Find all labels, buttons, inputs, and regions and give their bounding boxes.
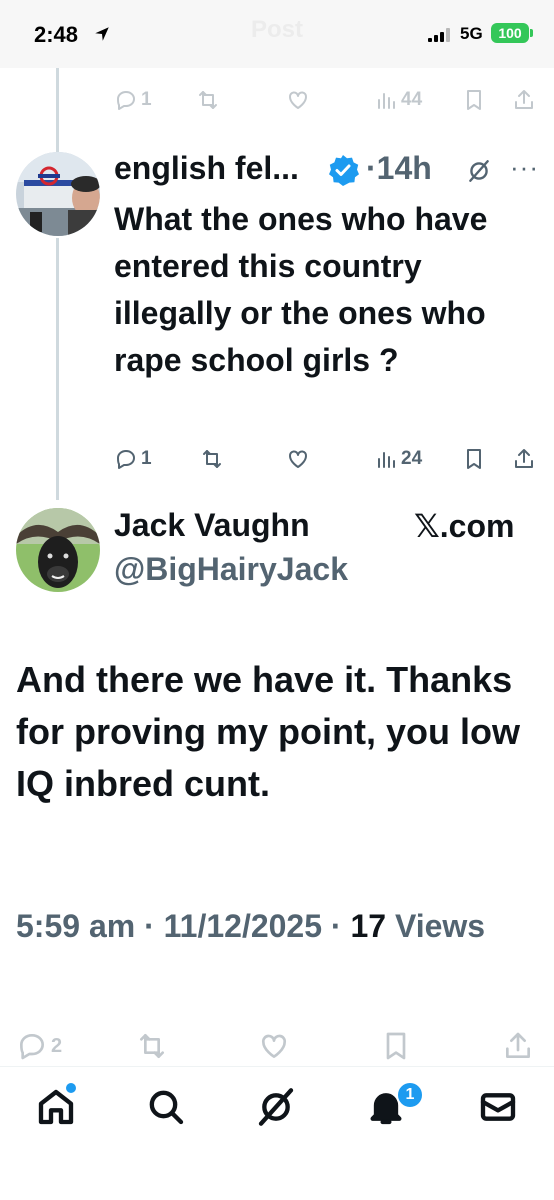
nav-home[interactable] bbox=[36, 1087, 76, 1127]
bookmark-icon bbox=[467, 90, 481, 110]
reply-button[interactable]: 1 bbox=[114, 447, 152, 471]
battery-icon: 100 bbox=[491, 23, 529, 43]
battery-tip bbox=[530, 29, 533, 37]
display-name[interactable]: english fel... bbox=[114, 150, 299, 187]
avatar[interactable] bbox=[16, 152, 100, 236]
share-button[interactable] bbox=[502, 1030, 534, 1062]
repost-button[interactable] bbox=[200, 447, 224, 471]
user-handle[interactable]: @BigHairyJack bbox=[114, 551, 348, 588]
share-button[interactable] bbox=[512, 447, 536, 471]
share-icon bbox=[515, 449, 533, 468]
reply-count: 2 bbox=[51, 1034, 63, 1057]
views-count: 24 bbox=[401, 448, 423, 469]
tweet-time[interactable]: 5:59 am bbox=[16, 908, 135, 944]
views-button[interactable]: 24 bbox=[374, 447, 422, 471]
nav-messages[interactable] bbox=[478, 1087, 518, 1127]
repost-button[interactable] bbox=[136, 1030, 168, 1062]
reply-button[interactable]: 1 bbox=[114, 88, 152, 112]
reply-icon bbox=[117, 91, 135, 110]
separator: · bbox=[322, 908, 351, 944]
reply-button[interactable]: 2 bbox=[16, 1030, 62, 1062]
bookmark-icon bbox=[386, 1032, 406, 1060]
repost-button[interactable] bbox=[196, 88, 220, 112]
views-count: 17 bbox=[350, 908, 387, 944]
more-options-button[interactable]: ··· bbox=[510, 152, 539, 183]
separator: · bbox=[135, 908, 164, 944]
analytics-icon bbox=[378, 93, 395, 109]
analytics-icon bbox=[378, 452, 395, 468]
x-com-watermark: 𝕏.com bbox=[414, 508, 515, 544]
heart-icon bbox=[289, 91, 307, 109]
home-icon bbox=[38, 1089, 74, 1125]
reply-icon bbox=[117, 450, 135, 469]
reply-icon bbox=[20, 1034, 44, 1060]
heart-icon bbox=[261, 1034, 287, 1058]
avatar-photo bbox=[16, 152, 100, 236]
tweet-text: And there we have it. Thanks for proving… bbox=[16, 659, 520, 804]
grok-icon bbox=[258, 1088, 294, 1126]
repost-icon bbox=[203, 450, 221, 468]
search-icon bbox=[149, 1090, 184, 1125]
repost-icon bbox=[140, 1034, 164, 1058]
like-button[interactable] bbox=[286, 447, 310, 471]
avatar-photo bbox=[16, 508, 100, 592]
thread-line bbox=[56, 68, 59, 152]
reply-count: 1 bbox=[141, 89, 152, 110]
repost-icon bbox=[199, 91, 217, 109]
bookmark-button[interactable] bbox=[462, 88, 486, 112]
bookmark-button[interactable] bbox=[462, 447, 486, 471]
grok-icon[interactable] bbox=[466, 158, 492, 184]
bottom-nav: 1 bbox=[0, 1066, 554, 1200]
share-icon bbox=[506, 1032, 530, 1058]
thread-line bbox=[56, 238, 59, 500]
network-type: 5G bbox=[460, 24, 483, 43]
nav-search[interactable] bbox=[146, 1087, 186, 1127]
location-arrow-icon bbox=[95, 27, 109, 41]
mail-icon bbox=[480, 1093, 516, 1121]
reply-count: 1 bbox=[141, 448, 152, 469]
status-time: 2:48 bbox=[34, 22, 79, 47]
bookmark-button[interactable] bbox=[380, 1030, 412, 1062]
tweet-text: What the ones who have entered this coun… bbox=[114, 201, 488, 378]
share-button[interactable] bbox=[512, 88, 536, 112]
like-button[interactable] bbox=[286, 88, 310, 112]
signal-icon bbox=[428, 28, 454, 42]
nav-grok[interactable] bbox=[256, 1087, 296, 1127]
views-count: 44 bbox=[401, 89, 423, 110]
bookmark-icon bbox=[467, 449, 481, 469]
notifications-badge: 1 bbox=[396, 1081, 424, 1109]
views-button[interactable]: 44 bbox=[374, 88, 422, 112]
views-label[interactable]: Views bbox=[395, 908, 485, 944]
avatar[interactable] bbox=[16, 508, 100, 592]
display-name[interactable]: Jack Vaughn bbox=[114, 507, 310, 544]
status-bar: Post 2:48 5G 100 bbox=[0, 0, 554, 68]
verified-badge-icon bbox=[329, 155, 359, 186]
tweet-metadata: 5:59 am · 11/12/2025 · 17 Views bbox=[16, 908, 485, 945]
home-unread-dot bbox=[66, 1083, 76, 1093]
share-icon bbox=[515, 90, 533, 109]
tweet-time[interactable]: ·14h bbox=[366, 150, 432, 187]
tweet-date[interactable]: 11/12/2025 bbox=[164, 908, 322, 944]
like-button[interactable] bbox=[258, 1030, 290, 1062]
heart-icon bbox=[289, 450, 307, 468]
